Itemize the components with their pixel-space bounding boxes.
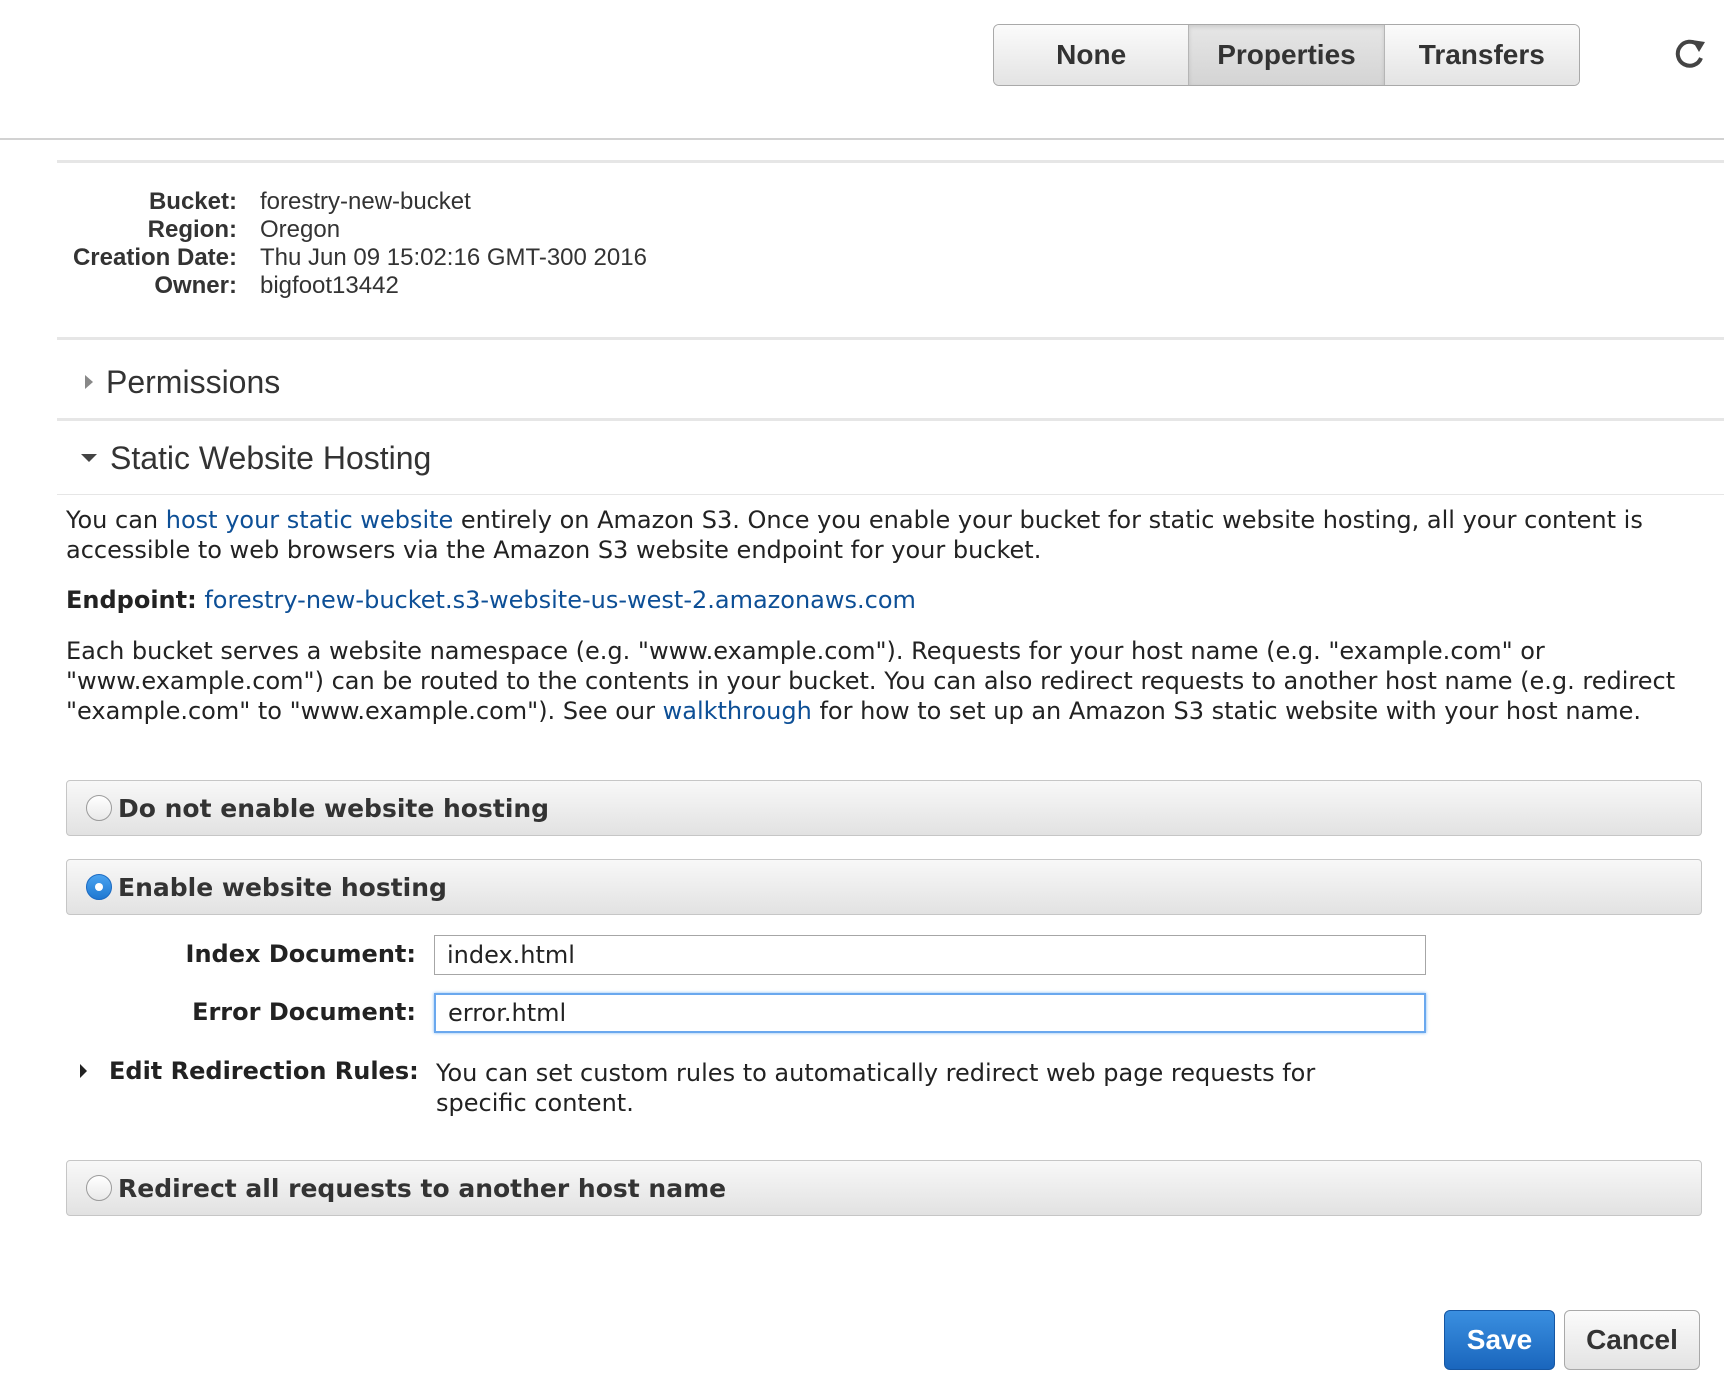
index-document-input[interactable]	[434, 935, 1426, 975]
redirect-requests-label: Redirect all requests to another host na…	[118, 1173, 727, 1203]
permissions-title: Permissions	[106, 363, 281, 400]
host-static-website-link[interactable]: host your static website	[166, 506, 454, 534]
header-divider	[0, 138, 1724, 140]
tab-properties[interactable]: Properties	[1189, 25, 1385, 85]
edit-redirection-rules-toggle[interactable]: Edit Redirection Rules:	[80, 1057, 419, 1085]
view-toggle: None Properties Transfers	[993, 24, 1580, 86]
bucket-row: Bucket: forestry-new-bucket	[57, 188, 471, 216]
bucket-info-panel: Bucket: forestry-new-bucket Region: Oreg…	[57, 160, 1724, 340]
option-enable-hosting[interactable]: Enable website hosting	[66, 859, 1702, 915]
endpoint-label: Endpoint:	[66, 586, 197, 614]
edit-redirection-rules-label: Edit Redirection Rules:	[109, 1057, 419, 1085]
owner-value: bigfoot13442	[260, 272, 399, 299]
disable-hosting-label: Do not enable website hosting	[118, 793, 550, 823]
region-value: Oregon	[260, 216, 341, 243]
bucket-value: forestry-new-bucket	[260, 188, 471, 215]
enable-hosting-label: Enable website hosting	[118, 872, 447, 902]
creation-date-row: Creation Date: Thu Jun 09 15:02:16 GMT-3…	[57, 244, 647, 272]
error-document-label: Error Document:	[192, 998, 416, 1026]
expand-arrow-icon	[85, 375, 93, 389]
walkthrough-link[interactable]: walkthrough	[663, 697, 812, 725]
creation-date-label: Creation Date:	[72, 244, 237, 271]
hosting-title: Static Website Hosting	[110, 439, 432, 476]
endpoint-line: Endpoint: forestry-new-bucket.s3-website…	[66, 585, 1706, 615]
region-row: Region: Oregon	[57, 216, 340, 244]
redirection-rules-description: You can set custom rules to automaticall…	[436, 1059, 1316, 1117]
section-divider	[57, 418, 1724, 421]
error-document-input[interactable]	[434, 993, 1426, 1033]
hosting-intro: You can host your static website entirel…	[66, 505, 1706, 565]
hosting-section-header[interactable]: Static Website Hosting	[57, 422, 1724, 494]
tab-transfers[interactable]: Transfers	[1384, 25, 1579, 85]
creation-date-value: Thu Jun 09 15:02:16 GMT-300 2016	[260, 244, 647, 271]
index-document-label: Index Document:	[185, 940, 416, 968]
redirect-requests-radio[interactable]	[86, 1175, 112, 1201]
endpoint-link[interactable]: forestry-new-bucket.s3-website-us-west-2…	[204, 586, 916, 614]
collapse-arrow-icon	[81, 454, 97, 462]
namespace-text: for how to set up an Amazon S3 static we…	[811, 697, 1642, 725]
cancel-button[interactable]: Cancel	[1564, 1310, 1700, 1370]
option-disable-hosting[interactable]: Do not enable website hosting	[66, 780, 1702, 836]
refresh-icon[interactable]	[1672, 36, 1708, 72]
disable-hosting-radio[interactable]	[86, 795, 112, 821]
bucket-label: Bucket:	[148, 188, 237, 215]
permissions-section-header[interactable]: Permissions	[57, 346, 1724, 418]
tab-none[interactable]: None	[994, 25, 1190, 85]
namespace-description: Each bucket serves a website namespace (…	[66, 636, 1706, 726]
owner-row: Owner: bigfoot13442	[57, 272, 399, 300]
expand-arrow-icon	[80, 1064, 87, 1078]
enable-hosting-radio[interactable]	[86, 874, 112, 900]
section-divider	[57, 494, 1724, 495]
option-redirect-requests[interactable]: Redirect all requests to another host na…	[66, 1160, 1702, 1216]
intro-text: You can	[66, 506, 166, 534]
save-button[interactable]: Save	[1444, 1310, 1555, 1370]
region-label: Region:	[147, 216, 237, 243]
owner-label: Owner:	[154, 272, 237, 299]
